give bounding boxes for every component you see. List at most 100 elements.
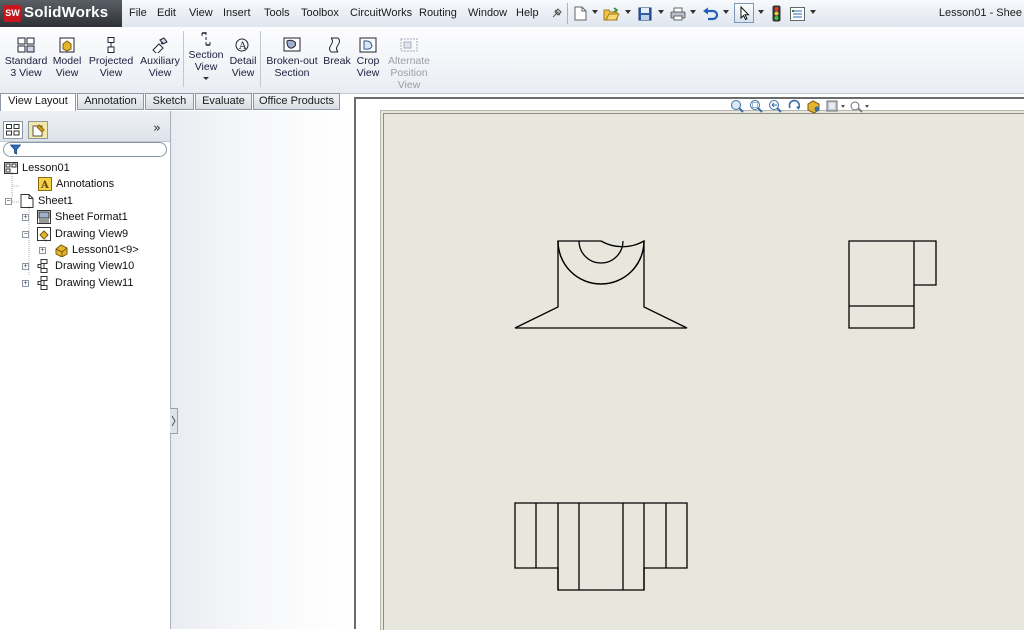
break-icon — [328, 37, 346, 53]
options-dropdown-arrow[interactable] — [810, 10, 816, 14]
command-manager: Standard 3 View Model View Projected View Auxi… — [0, 27, 1024, 94]
property-manager-tab-icon[interactable] — [28, 121, 48, 139]
auxiliary-view-label: Auxiliary — [140, 55, 180, 67]
traffic-light-icon[interactable] — [769, 4, 783, 23]
view-settings-icon[interactable] — [849, 99, 869, 114]
alternate-position-view-icon — [400, 37, 418, 53]
menu-help[interactable]: Help — [516, 7, 539, 19]
open-folder-icon[interactable] — [602, 4, 620, 23]
feature-tree-filter[interactable] — [3, 142, 167, 157]
auxiliary-view-icon — [151, 37, 169, 55]
toolbar-separator — [567, 3, 568, 24]
splitter-grip[interactable] — [170, 408, 178, 434]
standard-3-view-icon — [17, 37, 35, 53]
menu-file[interactable]: File — [129, 7, 147, 19]
menu-view[interactable]: View — [189, 7, 213, 19]
tree-connectors — [0, 160, 170, 300]
broken-out-section-icon — [283, 37, 301, 53]
hide-show-icon[interactable] — [825, 99, 845, 114]
break-button[interactable]: Break — [320, 27, 354, 91]
alternate-position-view-label: View — [397, 79, 421, 91]
filter-icon — [10, 144, 21, 155]
broken-out-section-button[interactable]: Broken-out Section — [263, 27, 321, 91]
top-view[interactable] — [514, 502, 688, 591]
auxiliary-view-label: View — [148, 67, 172, 79]
break-label: Break — [323, 55, 351, 67]
projected-view-label: View — [99, 67, 123, 79]
menu-insert[interactable]: Insert — [223, 7, 251, 19]
standard-3-view-button[interactable]: Standard 3 View — [3, 27, 49, 91]
projected-view-label: Projected — [88, 55, 134, 67]
broken-out-section-label: Broken-out — [266, 55, 318, 67]
zoom-to-fit-icon[interactable] — [730, 99, 745, 114]
crop-view-label: Crop — [356, 55, 380, 67]
menu-window[interactable]: Window — [468, 7, 507, 19]
tab-sketch[interactable]: Sketch — [145, 93, 194, 110]
svg-text:A: A — [238, 41, 247, 52]
right-view[interactable] — [848, 240, 937, 329]
print-icon[interactable] — [669, 4, 686, 23]
model-view-button[interactable]: Model View — [50, 27, 84, 91]
menu-toolbox[interactable]: Toolbox — [301, 7, 339, 19]
select-dropdown-arrow[interactable] — [758, 10, 764, 14]
auxiliary-view-button[interactable]: Auxiliary View — [137, 27, 183, 91]
solidworks-logo-icon: SW — [4, 5, 21, 22]
tab-evaluate[interactable]: Evaluate — [195, 93, 252, 110]
alternate-position-view-label: Alternate — [387, 55, 431, 67]
solidworks-logo[interactable]: SW SolidWorks — [0, 0, 122, 27]
expand-panel-button[interactable]: » — [153, 122, 161, 135]
command-separator — [183, 31, 184, 87]
menu-routing[interactable]: Routing — [419, 7, 457, 19]
model-view-icon — [58, 37, 76, 53]
tab-annotation[interactable]: Annotation — [77, 93, 144, 110]
rotate-icon[interactable] — [787, 99, 802, 114]
command-manager-tabs: View Layout Annotation Sketch Evaluate Offic… — [0, 93, 340, 111]
feature-manager-toolbar: » — [0, 111, 170, 142]
front-view-cutout — [557, 240, 645, 285]
select-pointer-icon[interactable] — [734, 3, 754, 23]
detail-view-icon: A — [234, 37, 252, 53]
options-icon[interactable] — [788, 4, 806, 23]
app-name: SolidWorks — [24, 4, 109, 21]
menu-edit[interactable]: Edit — [157, 7, 176, 19]
projected-view-icon — [102, 37, 120, 53]
menu-bar: SW SolidWorks Lesson01 - Shee File Edit Vi… — [0, 0, 1024, 28]
alternate-position-view-button[interactable]: Alternate Position View — [384, 27, 434, 91]
feature-manager-tab-icon[interactable] — [3, 121, 23, 139]
display-style-icon[interactable] — [806, 99, 821, 114]
print-dropdown-arrow[interactable] — [690, 10, 696, 14]
projected-view-button[interactable]: Projected View — [86, 27, 136, 91]
crop-view-label: View — [356, 67, 380, 79]
open-dropdown-arrow[interactable] — [625, 10, 631, 14]
detail-view-button[interactable]: A Detail View — [227, 27, 259, 91]
section-view-dropdown-arrow[interactable] — [203, 77, 209, 80]
broken-out-section-label: Section — [274, 67, 310, 79]
new-dropdown-arrow[interactable] — [592, 10, 598, 14]
previous-view-icon[interactable] — [768, 99, 783, 114]
feature-manager-panel: » Lesson01 A Annotations − Sheet1 + Sheet Form… — [0, 111, 171, 629]
save-dropdown-arrow[interactable] — [658, 10, 664, 14]
tab-office-products[interactable]: Office Products — [253, 93, 340, 110]
new-document-icon[interactable] — [572, 4, 588, 23]
model-view-label: Model — [52, 55, 82, 67]
command-separator — [260, 31, 261, 87]
undo-icon[interactable] — [701, 4, 719, 23]
pin-icon[interactable] — [548, 4, 564, 23]
save-icon[interactable] — [637, 4, 653, 23]
section-view-button[interactable]: Section View — [186, 27, 226, 91]
crop-view-icon — [359, 37, 377, 53]
panel-splitter-area — [171, 111, 354, 629]
menu-tools[interactable]: Tools — [264, 7, 290, 19]
zoom-to-area-icon[interactable] — [749, 99, 764, 114]
standard-3-view-label: 3 View — [10, 67, 42, 79]
section-view-label: Section — [188, 49, 224, 61]
detail-view-label: Detail — [229, 55, 257, 67]
detail-view-label: View — [231, 67, 255, 79]
crop-view-button[interactable]: Crop View — [353, 27, 383, 91]
section-view-icon — [197, 31, 215, 47]
tab-view-layout[interactable]: View Layout — [0, 93, 76, 111]
menu-circuitworks[interactable]: CircuitWorks — [350, 7, 412, 19]
model-view-label: View — [55, 67, 79, 79]
undo-dropdown-arrow[interactable] — [723, 10, 729, 14]
alternate-position-view-label: Position — [390, 67, 428, 79]
